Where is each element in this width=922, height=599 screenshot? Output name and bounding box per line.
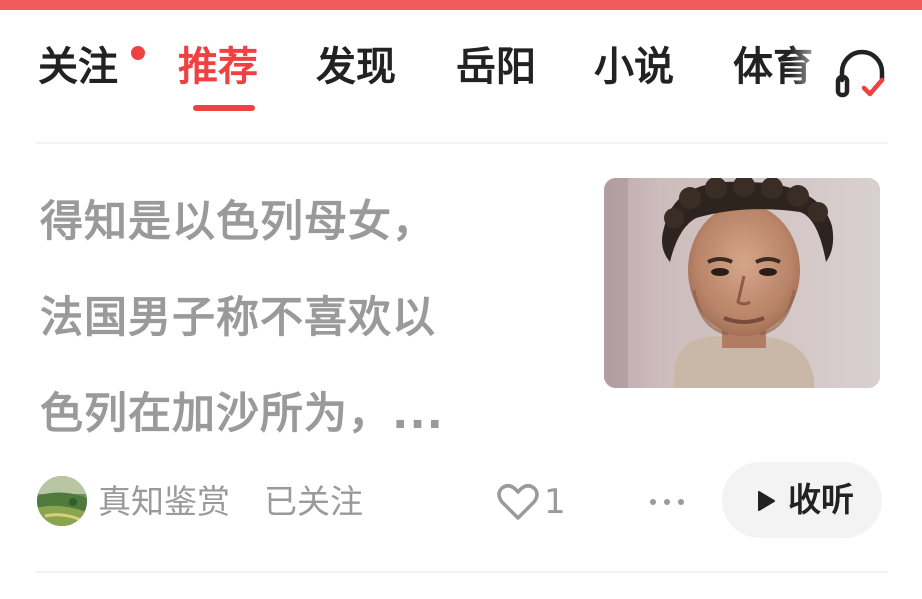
tab-novels[interactable]: 小说 [594, 42, 674, 92]
article-title[interactable]: 得知是以色列母女， 法国男子称不喜欢以 色列在加沙所为，... [40, 174, 560, 462]
article-thumbnail[interactable] [604, 178, 880, 388]
like-count: 1 [544, 482, 566, 522]
category-nav: 关注 推荐 发现 岳阳 小说 体育 [0, 10, 922, 130]
headphones-icon[interactable] [834, 44, 890, 104]
tab-recommended[interactable]: 推荐 [178, 42, 258, 92]
author-avatar[interactable] [37, 476, 87, 526]
tab-yueyang[interactable]: 岳阳 [456, 42, 536, 92]
tab-following[interactable]: 关注 [38, 42, 118, 92]
heart-icon [497, 484, 539, 520]
tab-discover[interactable]: 发现 [316, 42, 396, 92]
active-tab-indicator [193, 105, 255, 111]
title-line-3: 色列在加沙所为，... [40, 389, 445, 439]
author-name[interactable]: 真知鉴赏 [98, 482, 230, 522]
top-status-strip [0, 0, 922, 10]
notification-dot [131, 46, 145, 60]
title-line-1: 得知是以色列母女， [40, 197, 436, 247]
tab-overflow-fade [790, 30, 840, 110]
more-options-icon[interactable] [645, 492, 689, 512]
follow-status: 已关注 [264, 482, 363, 521]
title-line-2: 法国男子称不喜欢以 [40, 293, 436, 343]
play-icon [758, 491, 775, 511]
nav-divider [36, 142, 888, 144]
card-divider [36, 571, 888, 573]
listen-label: 收听 [788, 480, 854, 519]
article-meta-row: 真知鉴赏 已关注 1 收听 [0, 462, 922, 542]
listen-button[interactable]: 收听 [722, 462, 882, 538]
